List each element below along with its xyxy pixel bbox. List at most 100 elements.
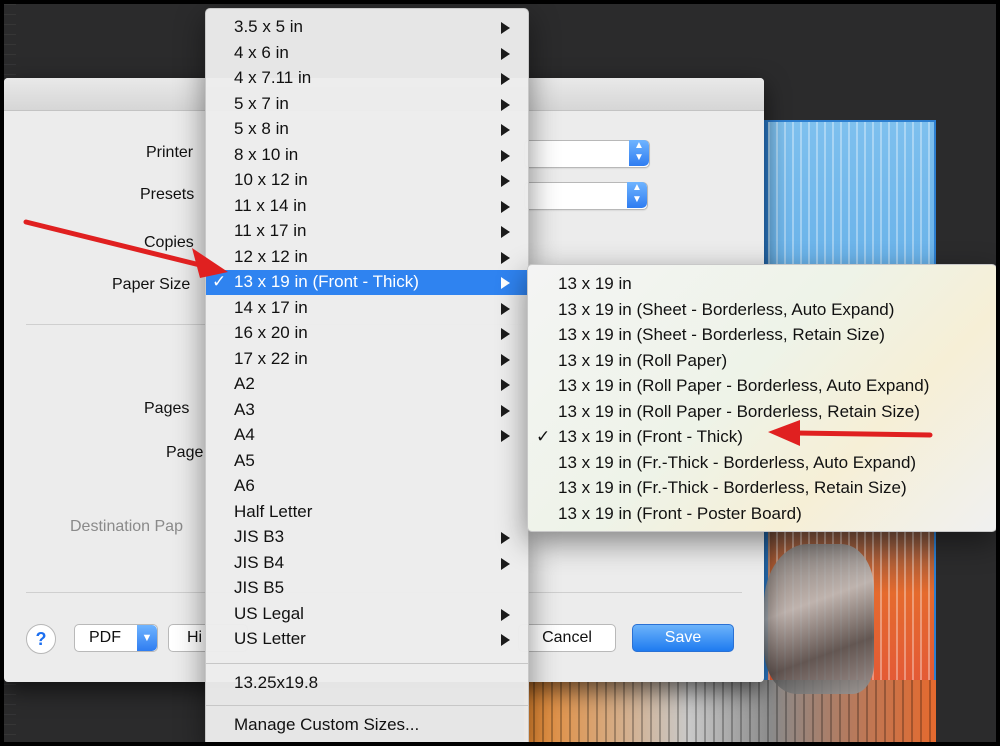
chevron-up-down-icon: ▲ ▼ xyxy=(629,140,649,166)
submenu-arrow-icon xyxy=(501,353,510,366)
submenu-arrow-icon xyxy=(501,226,510,238)
screen: Printer ▲ ▼ Presets ▲ ▼ Copies Paper Size … xyxy=(4,4,996,742)
menu-separator xyxy=(206,663,528,664)
menu-item-label: A2 xyxy=(234,374,255,393)
menu-item-label: 12 x 12 in xyxy=(234,246,308,266)
presets-label: Presets xyxy=(140,186,195,203)
menu-item[interactable]: 12 x 12 in xyxy=(206,245,528,270)
menu-item[interactable]: 5 x 8 in xyxy=(206,117,528,142)
submenu-item[interactable]: 13 x 19 in (Front - Poster Board) xyxy=(528,502,996,527)
presets-popup[interactable]: ▲ ▼ xyxy=(524,182,648,210)
submenu-item[interactable]: 13 x 19 in (Sheet - Borderless, Auto Exp… xyxy=(528,298,996,323)
menu-item[interactable]: 11 x 14 in xyxy=(206,194,528,219)
copies-label: Copies xyxy=(144,234,194,251)
menu-item-label: 5 x 8 in xyxy=(234,119,289,138)
submenu-arrow-icon xyxy=(501,557,510,570)
submenu-arrow-icon xyxy=(501,251,510,264)
submenu-item[interactable]: 13 x 19 in (Sheet - Borderless, Retain S… xyxy=(528,323,996,348)
menu-item-label: A6 xyxy=(234,476,255,495)
printer-label: Printer xyxy=(146,144,194,161)
menu-item[interactable]: 5 x 7 in xyxy=(206,92,528,117)
chevron-down-icon: ▼ xyxy=(137,625,157,651)
menu-item-custom-size[interactable]: 13.25x19.8 xyxy=(206,671,528,696)
menu-item[interactable]: 16 x 20 in xyxy=(206,321,528,346)
paper-size-label: Paper Size xyxy=(112,276,191,293)
menu-item[interactable]: JIS B5 xyxy=(206,576,528,601)
submenu-arrow-icon xyxy=(501,532,510,544)
menu-item-label: JIS B3 xyxy=(234,527,285,546)
menu-item-label: 16 x 20 in xyxy=(234,323,308,342)
submenu-arrow-icon xyxy=(501,175,510,187)
menu-item[interactable]: A3 xyxy=(206,398,528,423)
submenu-arrow-icon xyxy=(501,98,510,111)
page-label: Page xyxy=(166,444,204,461)
menu-item-label: JIS B5 xyxy=(234,578,285,597)
submenu-arrow-icon xyxy=(501,22,510,34)
save-button[interactable]: Save xyxy=(632,624,734,652)
menu-item-label: 8 x 10 in xyxy=(234,144,299,164)
destination-paper-label: Destination Pap xyxy=(70,518,183,535)
menu-item-label: 4 x 6 in xyxy=(234,42,289,62)
pdf-button[interactable]: PDF ▼ xyxy=(74,624,158,652)
menu-item[interactable]: JIS B4 xyxy=(206,551,528,576)
menu-item[interactable]: A2 xyxy=(206,372,528,397)
submenu-item-label: 13 x 19 in (Roll Paper) xyxy=(558,350,728,370)
checkmark-icon: ✓ xyxy=(212,272,227,291)
menu-item[interactable]: 10 x 12 in xyxy=(206,168,528,193)
pdf-button-label: PDF xyxy=(89,629,121,646)
menu-item[interactable]: 8 x 10 in xyxy=(206,143,528,168)
menu-separator xyxy=(206,705,528,706)
menu-item-label: 3.5 x 5 in xyxy=(234,17,303,36)
submenu-item[interactable]: ✓ 13 x 19 in (Front - Thick) xyxy=(528,425,996,450)
menu-item-label: 4 x 7.11 in xyxy=(234,68,312,87)
menu-item[interactable]: US Letter xyxy=(206,627,528,652)
submenu-arrow-icon xyxy=(501,124,510,136)
artwork-face xyxy=(764,544,874,694)
menu-item[interactable]: A4 xyxy=(206,423,528,448)
submenu-item-label: 13 x 19 in (Fr.-Thick - Borderless, Auto… xyxy=(558,452,917,472)
paper-size-menu: 13.25x19.8 Manage Custom Sizes... 3.5 x … xyxy=(205,8,529,742)
menu-item[interactable]: 4 x 6 in xyxy=(206,41,528,66)
submenu-arrow-icon xyxy=(501,608,510,621)
artwork-bottom xyxy=(524,680,936,742)
menu-item[interactable]: JIS B3 xyxy=(206,525,528,550)
chevron-up-down-icon: ▲ ▼ xyxy=(627,182,647,208)
menu-item-label: Manage Custom Sizes... xyxy=(234,715,420,734)
submenu-arrow-icon xyxy=(501,149,510,162)
submenu-item[interactable]: 13 x 19 in (Fr.-Thick - Borderless, Auto… xyxy=(528,451,996,476)
menu-item-label: US Legal xyxy=(234,603,304,623)
menu-item[interactable]: A5 xyxy=(206,449,528,474)
menu-item-label: A4 xyxy=(234,425,255,444)
menu-item-label: JIS B4 xyxy=(234,552,285,572)
submenu-item[interactable]: 13 x 19 in (Roll Paper) xyxy=(528,349,996,374)
cancel-button[interactable]: Cancel xyxy=(518,624,616,652)
submenu-arrow-icon xyxy=(501,379,510,391)
menu-item[interactable]: Half Letter xyxy=(206,500,528,525)
submenu-item[interactable]: 13 x 19 in (Fr.-Thick - Borderless, Reta… xyxy=(528,476,996,501)
menu-item[interactable]: US Legal xyxy=(206,602,528,627)
menu-item[interactable]: ✓ 13 x 19 in (Front - Thick) xyxy=(206,270,528,295)
submenu-item[interactable]: 13 x 19 in xyxy=(528,272,996,297)
submenu-arrow-icon xyxy=(501,200,510,213)
submenu-item[interactable]: 13 x 19 in (Roll Paper - Borderless, Aut… xyxy=(528,374,996,399)
help-button[interactable]: ? xyxy=(26,624,56,654)
menu-item-manage-custom-sizes[interactable]: Manage Custom Sizes... xyxy=(206,713,528,738)
submenu-item[interactable]: 13 x 19 in (Roll Paper - Borderless, Ret… xyxy=(528,400,996,425)
menu-item-label: 11 x 14 in xyxy=(234,195,307,215)
menu-item[interactable]: 4 x 7.11 in xyxy=(206,66,528,91)
menu-item[interactable]: 14 x 17 in xyxy=(206,296,528,321)
submenu-arrow-icon xyxy=(501,47,510,60)
submenu-arrow-icon xyxy=(501,404,510,417)
menu-item-label: 5 x 7 in xyxy=(234,93,289,113)
menu-item-label: 14 x 17 in xyxy=(234,297,308,317)
printer-popup[interactable]: ▲ ▼ xyxy=(524,140,650,168)
pages-label: Pages xyxy=(144,400,190,417)
submenu-item-label: 13 x 19 in (Roll Paper - Borderless, Aut… xyxy=(558,376,930,395)
submenu-arrow-icon xyxy=(501,634,510,646)
menu-item-label: 11 x 17 in xyxy=(234,221,307,240)
menu-item[interactable]: 17 x 22 in xyxy=(206,347,528,372)
menu-item[interactable]: A6 xyxy=(206,474,528,499)
menu-item[interactable]: 3.5 x 5 in xyxy=(206,15,528,40)
menu-item-label: A3 xyxy=(234,399,255,419)
menu-item[interactable]: 11 x 17 in xyxy=(206,219,528,244)
